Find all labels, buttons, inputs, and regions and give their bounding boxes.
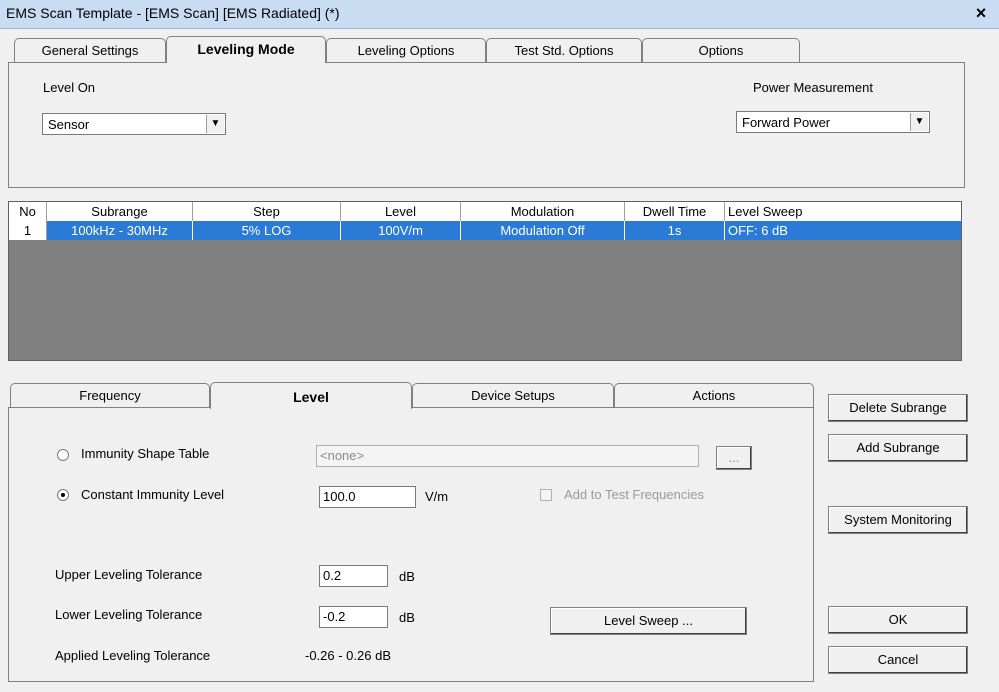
system-monitoring-button[interactable]: System Monitoring [828,506,968,534]
lower-tolerance-unit: dB [399,610,415,625]
leveling-mode-panel: Level On Sensor ▼ Power Measurement Forw… [8,62,965,188]
column-header[interactable]: Level [341,202,461,221]
close-icon[interactable]: × [971,2,991,24]
table-cell[interactable]: 1s [625,221,725,240]
lower-tolerance-input[interactable]: -0.2 [319,606,388,628]
tab-device-setups[interactable]: Device Setups [412,383,614,407]
table-cell[interactable]: 100V/m [341,221,461,240]
table-cell[interactable]: OFF: 6 dB [725,221,961,240]
immunity-shape-field[interactable]: <none> [316,445,699,467]
level-sweep-button[interactable]: Level Sweep ... [550,607,747,635]
title-bar: EMS Scan Template - [EMS Scan] [EMS Radi… [0,0,999,29]
browse-button[interactable]: ... [716,446,752,470]
power-measurement-value: Forward Power [742,115,831,130]
tab-frequency[interactable]: Frequency [10,383,210,407]
tab-test-std-options[interactable]: Test Std. Options [486,38,642,62]
subrange-grid[interactable]: No Subrange Step Level Modulation Dwell … [8,201,962,361]
add-subrange-button[interactable]: Add Subrange [828,434,968,462]
tab-options[interactable]: Options [642,38,800,62]
table-cell[interactable]: Modulation Off [461,221,625,240]
immunity-shape-radio[interactable] [57,449,69,461]
tab-general-settings[interactable]: General Settings [14,38,166,62]
table-cell[interactable]: 1 [9,221,47,240]
ok-button[interactable]: OK [828,606,968,634]
level-on-label: Level On [43,80,96,95]
grid-header: No Subrange Step Level Modulation Dwell … [9,202,961,221]
column-header[interactable]: No [9,202,47,221]
chevron-down-icon[interactable]: ▼ [910,113,928,131]
table-cell[interactable]: 100kHz - 30MHz [47,221,193,240]
delete-subrange-button[interactable]: Delete Subrange [828,394,968,422]
column-header[interactable]: Subrange [47,202,193,221]
tab-leveling-mode[interactable]: Leveling Mode [166,36,326,63]
chevron-down-icon[interactable]: ▼ [206,115,224,133]
column-header[interactable]: Modulation [461,202,625,221]
level-panel: Immunity Shape Table <none> ... Constant… [8,407,814,682]
add-to-test-label: Add to Test Frequencies [564,487,704,502]
window-title: EMS Scan Template - [EMS Scan] [EMS Radi… [6,5,340,21]
add-to-test-checkbox[interactable] [540,489,552,501]
upper-tolerance-unit: dB [399,569,415,584]
column-header[interactable]: Dwell Time [625,202,725,221]
applied-tolerance-value: -0.26 - 0.26 dB [305,648,391,663]
tab-leveling-options[interactable]: Leveling Options [326,38,486,62]
constant-immunity-radio[interactable] [57,489,69,501]
cancel-button[interactable]: Cancel [828,646,968,674]
upper-tolerance-input[interactable]: 0.2 [319,565,388,587]
constant-immunity-input[interactable]: 100.0 [319,486,416,508]
constant-immunity-unit: V/m [425,489,449,504]
lower-tolerance-label: Lower Leveling Tolerance [55,607,203,622]
table-row[interactable]: 1 100kHz - 30MHz 5% LOG 100V/m Modulatio… [9,221,961,240]
tab-actions[interactable]: Actions [614,383,814,407]
radio-selected-dot [61,493,65,497]
constant-immunity-label: Constant Immunity Level [81,487,225,502]
immunity-shape-label: Immunity Shape Table [81,446,210,461]
tab-level[interactable]: Level [210,382,412,409]
column-header[interactable]: Step [193,202,341,221]
column-header[interactable]: Level Sweep [725,202,961,221]
applied-tolerance-label: Applied Leveling Tolerance [55,648,211,663]
table-cell[interactable]: 5% LOG [193,221,341,240]
power-measurement-select[interactable]: Forward Power ▼ [736,111,930,133]
level-on-select[interactable]: Sensor ▼ [42,113,226,135]
upper-tolerance-label: Upper Leveling Tolerance [55,567,203,582]
level-on-value: Sensor [48,117,90,132]
power-measurement-label: Power Measurement [753,80,873,95]
